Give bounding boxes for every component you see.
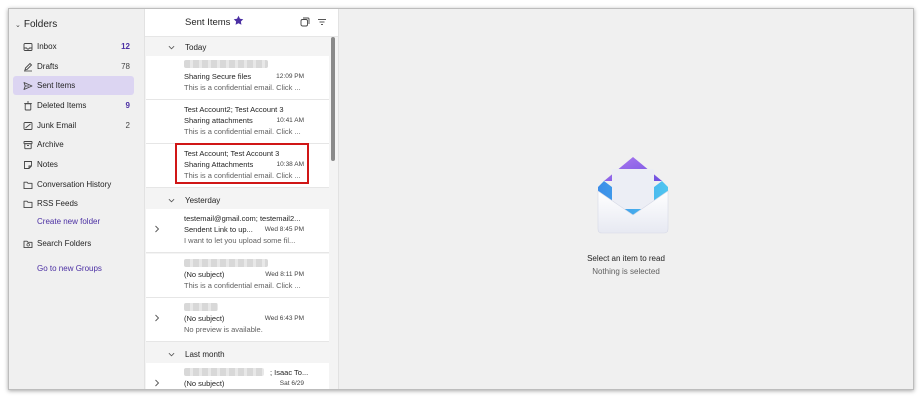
search-folders[interactable]: Search Folders [13, 234, 134, 253]
group-label: Today [185, 42, 207, 52]
folders-title: Folders [23, 19, 58, 30]
message-item[interactable]: ; Isaac To... (No subject) Sat 6/29 [146, 363, 329, 389]
message-recipients: testemail@gmail.com; testemail2... [184, 214, 301, 223]
send-icon [23, 81, 33, 91]
open-envelope-icon [597, 157, 669, 234]
select-mode-icon[interactable] [300, 17, 310, 27]
message-preview: I want to let you upload some fil... [184, 236, 296, 245]
message-time: Sat 6/29 [279, 380, 304, 387]
pencil-icon [23, 62, 33, 72]
message-list-header: Sent Items [145, 9, 338, 37]
go-to-groups-link[interactable]: Go to new Groups [37, 264, 102, 273]
outlook-window: ⌄ Folders Inbox 12 Drafts 78 Sent Items [8, 8, 914, 390]
message-list-pane: Sent Items Today Sharing Secure files 12… [144, 9, 339, 389]
message-item[interactable]: (No subject) Wed 6:43 PM No preview is a… [146, 298, 329, 342]
message-item[interactable]: Test Account2; Test Account 3 Sharing at… [146, 100, 329, 144]
filter-icon[interactable] [317, 17, 327, 27]
message-recipients: Test Account2; Test Account 3 [184, 105, 284, 114]
message-subject: Sharing attachments [184, 116, 253, 125]
message-time: Wed 8:11 PM [265, 271, 304, 278]
folder-deleted-items[interactable]: Deleted Items 9 [13, 96, 134, 115]
message-time: 12:09 PM [276, 73, 304, 80]
unread-count: 12 [121, 42, 130, 51]
chevron-right-icon[interactable] [154, 379, 160, 387]
folder-junk-email[interactable]: Junk Email 2 [13, 116, 134, 135]
folder-label: Conversation History [37, 180, 112, 189]
redacted-sender [184, 303, 218, 311]
archive-icon [23, 140, 33, 150]
folder-label: Search Folders [37, 239, 92, 248]
item-count: 78 [121, 62, 130, 71]
chevron-right-icon[interactable] [154, 314, 160, 322]
scrollbar-thumb[interactable] [331, 37, 335, 161]
folder-label: Archive [37, 140, 64, 149]
folder-sent-items[interactable]: Sent Items [13, 76, 134, 95]
group-label: Last month [185, 349, 225, 359]
chevron-down-icon[interactable] [168, 44, 175, 51]
message-time: Wed 6:43 PM [264, 315, 304, 322]
highlight-box [175, 143, 309, 184]
message-item[interactable]: testemail@gmail.com; testemail2... Sende… [146, 209, 329, 253]
folder-drafts[interactable]: Drafts 78 [13, 57, 134, 76]
message-subject: Sendent Link to up... [184, 225, 253, 234]
folder-label: Deleted Items [37, 101, 87, 110]
folder-icon [23, 180, 33, 190]
folder-pane: ⌄ Folders Inbox 12 Drafts 78 Sent Items [9, 9, 142, 389]
folders-header[interactable]: ⌄ Folders [15, 19, 57, 30]
search-folder-icon [23, 239, 33, 249]
folder-inbox[interactable]: Inbox 12 [13, 37, 134, 56]
inbox-icon [23, 42, 33, 52]
unread-count: 9 [125, 101, 130, 110]
message-subject: (No subject) [184, 270, 225, 279]
group-header-today[interactable]: Today [145, 38, 331, 56]
trash-icon [23, 101, 33, 111]
folder-label: Drafts [37, 62, 59, 71]
redacted-sender [184, 259, 268, 267]
create-new-folder-link[interactable]: Create new folder [37, 217, 100, 226]
junk-icon [23, 121, 33, 131]
message-item[interactable]: Sharing Secure files 12:09 PM This is a … [146, 56, 329, 100]
message-preview: This is a confidential email. Click ... [184, 83, 301, 92]
message-subject: (No subject) [184, 314, 225, 323]
folder-rss-feeds[interactable]: RSS Feeds [13, 194, 134, 213]
chevron-down-icon[interactable] [168, 197, 175, 204]
folder-label: Sent Items [37, 81, 76, 90]
note-icon [23, 160, 33, 170]
folder-label: Notes [37, 160, 58, 169]
folder-icon [23, 199, 33, 209]
message-item[interactable]: (No subject) Wed 8:11 PM This is a confi… [146, 254, 329, 298]
redacted-sender [184, 368, 264, 376]
group-header-yesterday[interactable]: Yesterday [145, 191, 331, 209]
chevron-down-icon[interactable] [168, 351, 175, 358]
folder-label: Inbox [37, 42, 57, 51]
message-time: Wed 8:45 PM [264, 226, 304, 233]
message-preview: This is a confidential email. Click ... [184, 281, 301, 290]
folder-conversation-history[interactable]: Conversation History [13, 175, 134, 194]
chevron-down-icon[interactable]: ⌄ [15, 21, 21, 29]
message-subject: (No subject) [184, 379, 225, 388]
redacted-sender [184, 60, 268, 68]
group-header-last-month[interactable]: Last month [145, 345, 331, 363]
message-subject: Sharing Secure files [184, 72, 252, 81]
folder-label: RSS Feeds [37, 199, 78, 208]
folder-notes[interactable]: Notes [13, 155, 134, 174]
empty-state-subtitle: Nothing is selected [592, 267, 660, 276]
chevron-right-icon[interactable] [154, 225, 160, 233]
group-label: Yesterday [185, 195, 221, 205]
message-recipients: ; Isaac To... [270, 368, 309, 377]
folder-title: Sent Items [185, 17, 231, 28]
empty-state-title: Select an item to read [587, 254, 665, 263]
message-preview: This is a confidential email. Click ... [184, 127, 301, 136]
star-icon[interactable] [233, 15, 244, 26]
folder-label: Junk Email [37, 121, 77, 130]
folder-archive[interactable]: Archive [13, 135, 134, 154]
item-count: 2 [125, 121, 130, 130]
message-preview: No preview is available. [184, 325, 263, 334]
reading-pane: Select an item to read Nothing is select… [339, 9, 913, 389]
message-time: 10:41 AM [276, 117, 304, 124]
